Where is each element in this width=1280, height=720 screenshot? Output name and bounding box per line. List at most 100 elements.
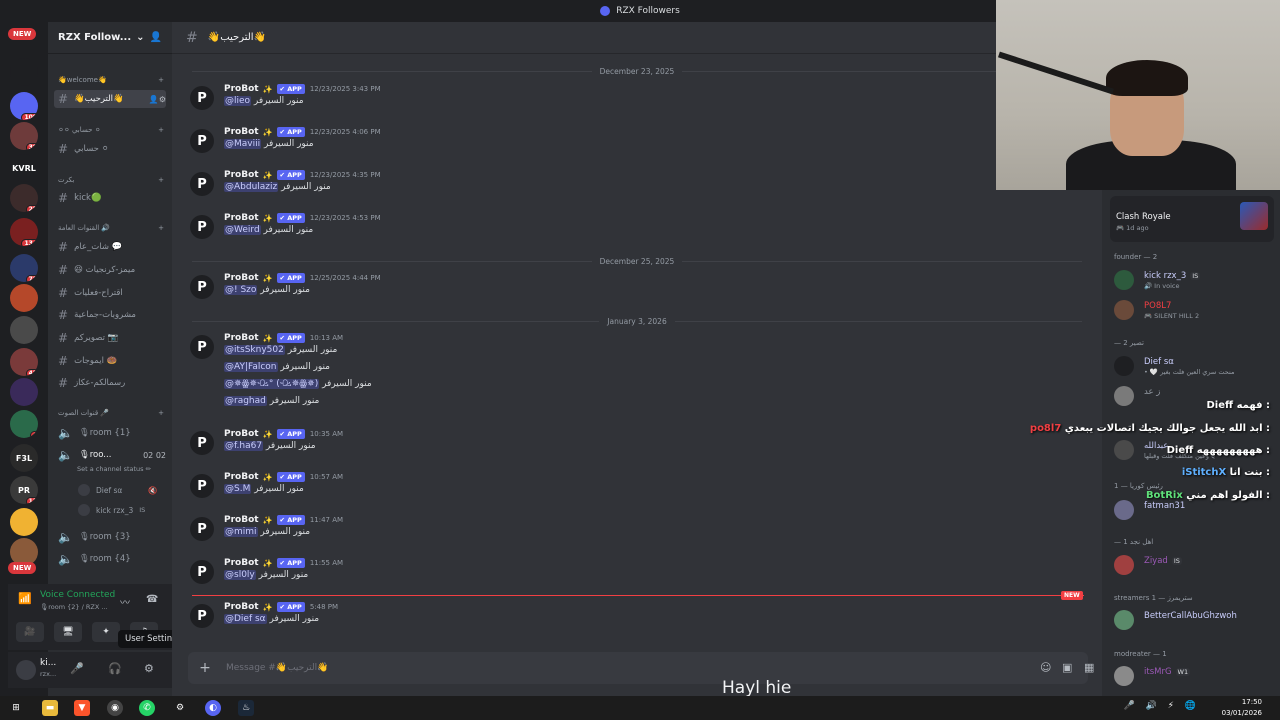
steam-icon[interactable]: ♨ <box>238 700 254 716</box>
signal-icon[interactable]: 📶 <box>18 592 32 605</box>
user-mention[interactable]: @! Szo <box>224 285 258 295</box>
plus-icon[interactable]: + <box>158 224 164 232</box>
channel-memes[interactable]: # 😆 ميمز-كرنجيات <box>54 261 166 279</box>
channel-games[interactable]: # مشروبات-جماعية <box>54 306 166 324</box>
activity-card[interactable]: Clash Royale 🎮 1d ago <box>1110 196 1274 242</box>
new-pill-bottom[interactable]: NEW <box>8 562 37 574</box>
file-explorer-icon[interactable]: ▬ <box>42 700 58 716</box>
camera-button[interactable]: 🎥 <box>16 622 44 642</box>
plus-icon[interactable]: + <box>192 660 218 676</box>
message-input[interactable]: + Message #👋الترحيب👋 ☺ ▣ ▦ <box>188 652 1094 684</box>
user-mention[interactable]: @lieo <box>224 96 252 106</box>
author-name[interactable]: ProBot <box>224 429 259 439</box>
probot-avatar[interactable]: P <box>190 560 214 584</box>
user-name[interactable]: ki... <box>40 658 56 668</box>
server-icon[interactable] <box>10 378 38 406</box>
author-name[interactable]: ProBot <box>224 127 259 137</box>
user-mention[interactable]: @f.ha67 <box>224 441 264 451</box>
server-icon[interactable]: 25 <box>10 184 38 212</box>
author-name[interactable]: ProBot <box>224 558 259 568</box>
server-icon[interactable] <box>10 316 38 344</box>
user-mention[interactable]: @mimi <box>224 527 258 537</box>
add-member-icon[interactable]: 👤 <box>150 32 162 43</box>
author-name[interactable]: ProBot <box>224 472 259 482</box>
voice-user[interactable]: Dief ѕα 🔇 <box>78 484 158 496</box>
plus-icon[interactable]: + <box>158 409 164 417</box>
author-name[interactable]: ProBot <box>224 213 259 223</box>
channel-status[interactable]: Set a channel status ✏ <box>77 465 151 473</box>
user-mention[interactable]: @S.M <box>224 484 252 494</box>
channel-account[interactable]: # حسابي ⚪ <box>54 140 166 158</box>
user-mention[interactable]: @raghad <box>224 396 267 406</box>
user-mention[interactable]: @Weird <box>224 225 261 235</box>
channel-emotes[interactable]: # ايموجات 🍩 <box>54 352 166 370</box>
member-item[interactable]: Dief ѕα • 🤍 منحت سري العين فلت بغير <box>1114 354 1274 378</box>
category-voice[interactable]: قنوات الصوت 🎤 + <box>58 409 164 417</box>
probot-avatar[interactable]: P <box>190 215 214 239</box>
obs-icon[interactable]: ◉ <box>107 700 123 716</box>
user-mention[interactable]: @itsSkny502 <box>224 345 285 355</box>
microphone-icon[interactable]: 🎤 <box>70 662 84 675</box>
voice-room-3[interactable]: 🔈 🎙room {3} <box>54 528 166 546</box>
user-mention[interactable]: @✵ꙮ✵ꘐ° (ꘐ✵ꙮ✵) <box>224 379 320 389</box>
plus-icon[interactable]: + <box>158 126 164 134</box>
user-mention[interactable]: @AY|Falcon <box>224 362 278 372</box>
screen-share-button[interactable]: 🖥 <box>54 622 82 642</box>
channel-msgs[interactable]: # رسمالكم-عكاز <box>54 374 166 392</box>
voice-user[interactable]: kick rzx_3 IS <box>78 504 145 516</box>
settings-gear-icon[interactable]: 👤⚙ <box>149 95 166 104</box>
windows-start-icon[interactable]: ⊞ <box>8 700 24 716</box>
new-pill-top[interactable]: NEW <box>8 28 37 40</box>
probot-avatar[interactable]: P <box>190 431 214 455</box>
discord-icon[interactable]: ◐ <box>205 700 221 716</box>
category-3[interactable]: بكرت + <box>58 176 164 184</box>
category-welcome[interactable]: 👋welcome👋 + <box>58 76 164 84</box>
server-icon[interactable]: 134 <box>10 218 38 246</box>
member-item[interactable]: kick rzx_3 IS 🔊 In voice <box>1114 268 1274 292</box>
noise-suppression-icon[interactable]: 〰 <box>120 594 130 609</box>
voice-connected-title[interactable]: Voice Connected <box>40 590 115 600</box>
probot-avatar[interactable]: P <box>190 335 214 359</box>
author-name[interactable]: ProBot <box>224 170 259 180</box>
server-icon[interactable]: 109 <box>10 92 38 120</box>
voice-room-1[interactable]: 🔈 🎙room {1} <box>54 424 166 442</box>
emoji-icon[interactable]: ☺ <box>1040 661 1051 674</box>
member-item[interactable]: Ziyad IS <box>1114 553 1274 577</box>
taskbar-clock[interactable]: 17:50 03/01/2026 <box>1222 697 1262 719</box>
server-header[interactable]: RZX Follow... ⌄ 👤 <box>48 22 172 54</box>
channel-kick[interactable]: # kick🟢 <box>54 189 166 207</box>
author-name[interactable]: ProBot <box>224 602 259 612</box>
channel-pics[interactable]: # تصويركم 📷 <box>54 329 166 347</box>
plus-icon[interactable]: + <box>158 76 164 84</box>
system-tray-icons[interactable]: 🎤 🔊 ⚡ 🌐 <box>1123 701 1200 711</box>
server-icon[interactable] <box>10 508 38 536</box>
gif-icon[interactable]: ▣ <box>1062 661 1072 674</box>
author-name[interactable]: ProBot <box>224 333 259 343</box>
category-public[interactable]: القنوات العامة 🔊 + <box>58 224 164 232</box>
probot-avatar[interactable]: P <box>190 86 214 110</box>
avatar[interactable] <box>16 660 36 680</box>
user-mention[interactable]: @Dief ѕα <box>224 614 267 624</box>
server-icon[interactable]: PR 13 <box>10 476 38 504</box>
plus-icon[interactable]: + <box>158 176 164 184</box>
server-icon[interactable]: 42 <box>10 348 38 376</box>
user-mention[interactable]: @Abdulaziz <box>224 182 279 192</box>
member-item[interactable]: fatman31 <box>1114 498 1274 522</box>
channel-suggest[interactable]: # اقتراح-فعليات <box>54 284 166 302</box>
probot-avatar[interactable]: P <box>190 517 214 541</box>
activities-button[interactable]: ✦ <box>92 622 120 642</box>
member-item[interactable]: PO8L7 🎮 SILENT HILL 2 <box>1114 298 1274 322</box>
server-icon[interactable]: KVRL <box>10 154 38 182</box>
probot-avatar[interactable]: P <box>190 275 214 299</box>
voice-room-2[interactable]: 🔈 🎙roo... 02 02 <box>54 446 166 464</box>
channel-welcome[interactable]: # 👋الترحيب👋 👤⚙ <box>54 90 166 108</box>
author-name[interactable]: ProBot <box>224 515 259 525</box>
probot-avatar[interactable]: P <box>190 604 214 628</box>
member-item[interactable]: BetterCallAbuGhzwoh <box>1114 608 1274 632</box>
whatsapp-icon[interactable]: ✆ <box>139 700 155 716</box>
channel-chat[interactable]: # شات_عام 💬 <box>54 238 166 256</box>
steelseries-icon[interactable]: ⚙ <box>172 700 188 716</box>
brave-browser-icon[interactable]: ▼ <box>74 700 90 716</box>
gear-icon[interactable]: ⚙ <box>144 662 154 675</box>
voice-room-4[interactable]: 🔈 🎙room {4} <box>54 550 166 568</box>
